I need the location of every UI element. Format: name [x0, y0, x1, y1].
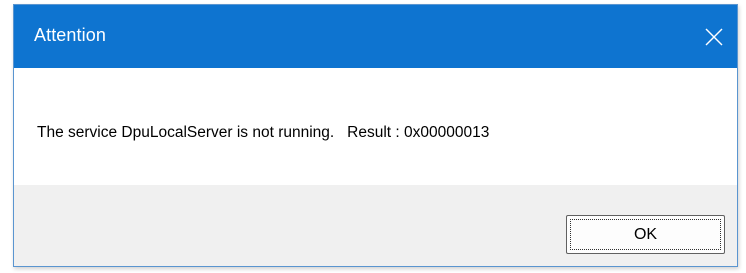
close-icon	[705, 28, 723, 45]
ok-button[interactable]: OK	[566, 215, 725, 254]
close-button[interactable]	[691, 5, 737, 68]
dialog-content: The service DpuLocalServer is not runnin…	[14, 68, 737, 185]
ok-button-label: OK	[570, 219, 721, 250]
error-message: The service DpuLocalServer is not runnin…	[37, 124, 490, 141]
dialog-footer: OK	[14, 185, 737, 266]
dialog-title: Attention	[34, 25, 106, 45]
attention-dialog: Attention The service DpuLocalServer is …	[13, 4, 738, 267]
title-bar[interactable]: Attention	[14, 5, 737, 68]
